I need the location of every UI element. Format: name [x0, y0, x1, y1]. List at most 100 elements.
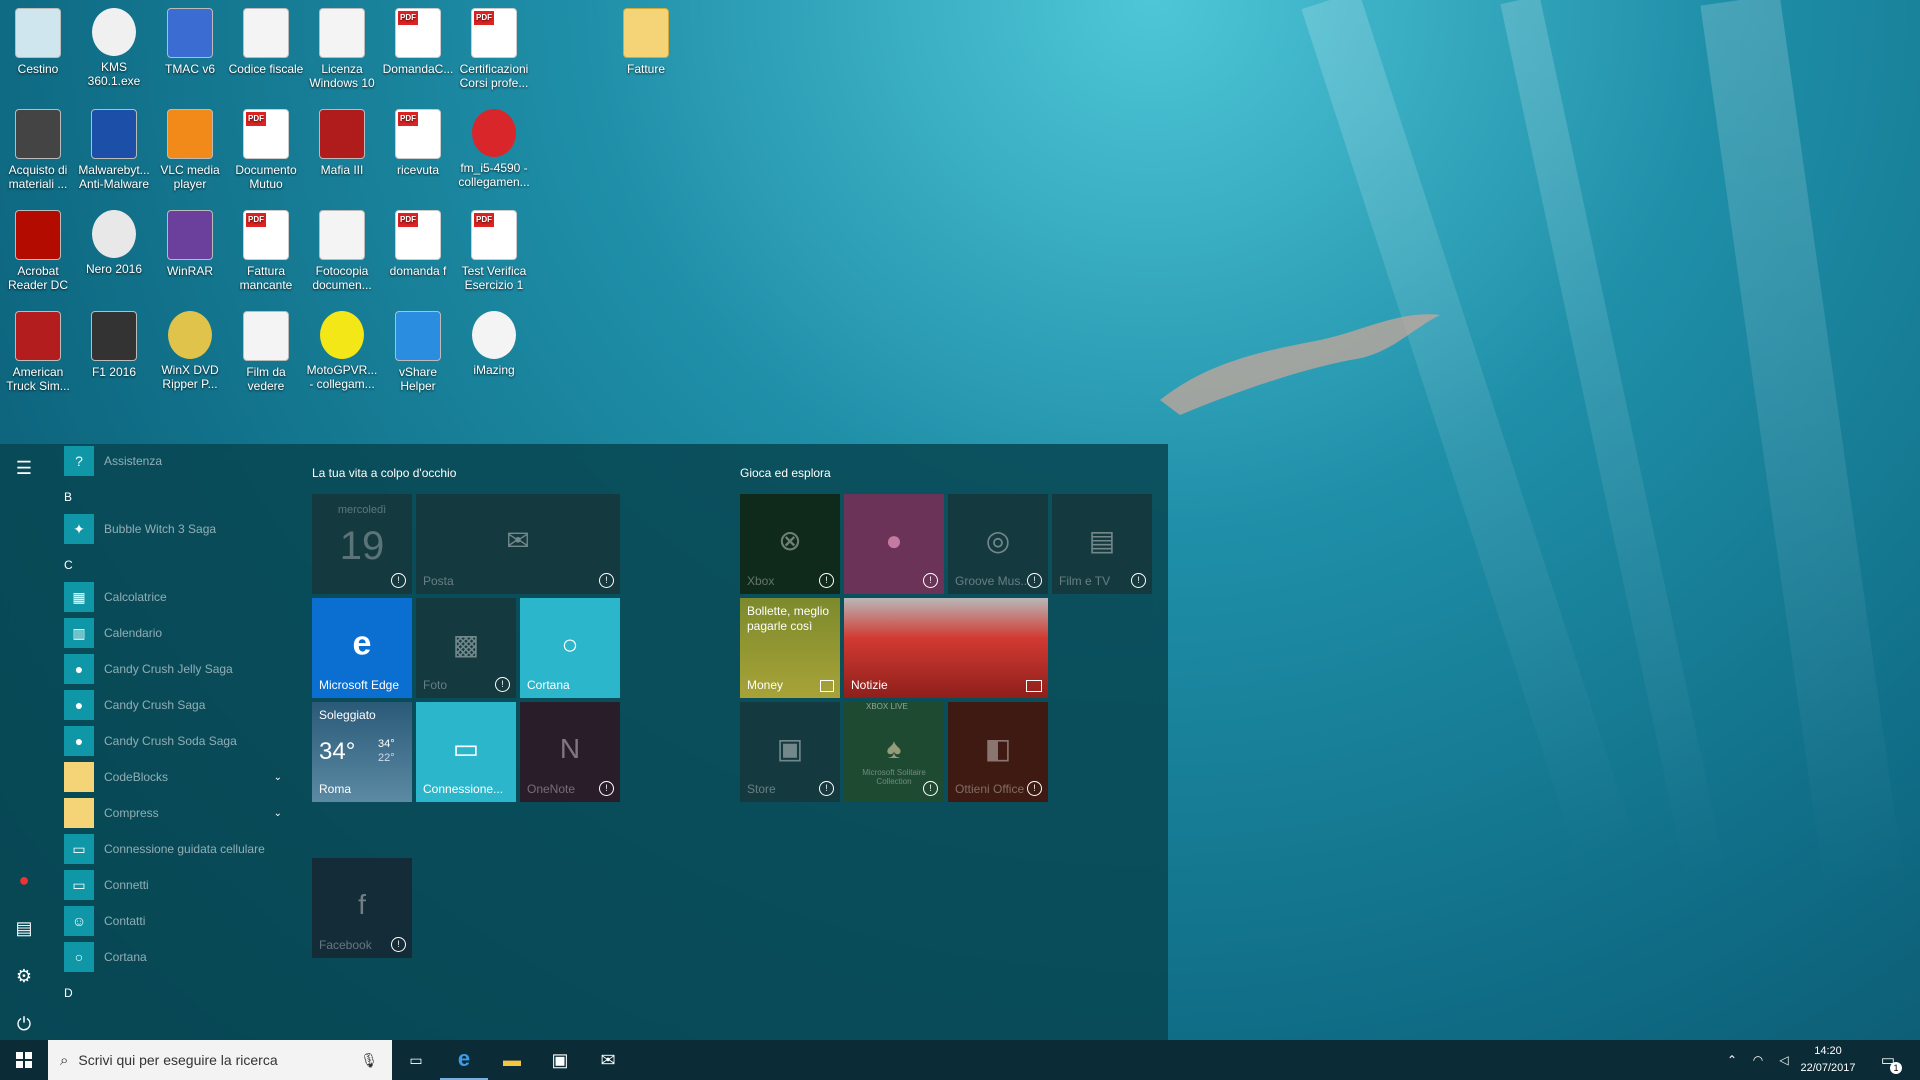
- desktop-icon[interactable]: American Truck Sim...: [0, 311, 76, 393]
- app-list-item[interactable]: ▭ Connetti: [64, 870, 296, 900]
- hamburger-menu-icon[interactable]: ☰: [8, 452, 40, 484]
- tile-microsoft-edge[interactable]: e Microsoft Edge: [312, 598, 412, 698]
- app-list-item[interactable]: ☺ Contatti: [64, 906, 296, 936]
- app-list-letter-header[interactable]: B: [64, 490, 72, 504]
- xbox-live-badge: XBOX LIVE: [866, 702, 908, 711]
- tile-solitaire[interactable]: XBOX LIVE ♠ Microsoft Solitaire Collecti…: [844, 702, 944, 802]
- app-list-item[interactable]: ▥ Calendario: [64, 618, 296, 648]
- desktop-icon[interactable]: F1 2016: [76, 311, 152, 379]
- app-list-item[interactable]: ▮ Compress ⌄: [64, 798, 296, 828]
- desktop-icon-label: Licenza Windows 10: [309, 62, 375, 90]
- tile-connect[interactable]: ▭ Connessione...: [416, 702, 516, 802]
- desktop-icon-label: Test Verifica Esercizio 1: [461, 264, 527, 292]
- desktop-icon[interactable]: Acquisto di materiali ...: [0, 109, 76, 191]
- edge-taskbar-icon[interactable]: e: [440, 1040, 488, 1080]
- tile-calendar[interactable]: mercoledì 19 !: [312, 494, 412, 594]
- app-icon: [91, 311, 137, 361]
- chevron-down-icon[interactable]: ⌄: [274, 772, 282, 783]
- tile-store[interactable]: ▣ Store !: [740, 702, 840, 802]
- app-list-item[interactable]: ● Candy Crush Jelly Saga: [64, 654, 296, 684]
- desktop-icon[interactable]: Malwarebyt... Anti-Malware: [76, 109, 152, 191]
- desktop-icon[interactable]: VLC media player: [152, 109, 228, 191]
- tile-xbox[interactable]: ⊗ Xbox !: [740, 494, 840, 594]
- tile-money[interactable]: Bollette, meglio pagarle così Money: [740, 598, 840, 698]
- tile-films-tv[interactable]: ▤ Film e TV !: [1052, 494, 1152, 594]
- app-list-item[interactable]: ✦ Bubble Witch 3 Saga: [64, 514, 296, 544]
- microphone-icon[interactable]: 🎙: [360, 1052, 378, 1069]
- volume-icon[interactable]: ◁: [1772, 1040, 1796, 1080]
- app-list-item[interactable]: ▦ Calcolatrice: [64, 582, 296, 612]
- clock-time[interactable]: 14:20: [1798, 1045, 1858, 1057]
- action-center-button[interactable]: ▭ 1: [1868, 1040, 1908, 1080]
- tile-cortana[interactable]: ○ Cortana: [520, 598, 620, 698]
- desktop-icon[interactable]: Licenza Windows 10: [304, 8, 380, 90]
- desktop-icon[interactable]: domanda f: [380, 210, 456, 278]
- app-icon: [395, 311, 441, 361]
- desktop-icon[interactable]: Codice fiscale: [228, 8, 304, 76]
- desktop-icon[interactable]: ricevuta: [380, 109, 456, 177]
- group-title-play: Gioca ed esplora: [740, 466, 831, 480]
- desktop-icon[interactable]: Fattura mancante: [228, 210, 304, 292]
- app-list-item[interactable]: ○ Cortana: [64, 942, 296, 972]
- taskbar-search-box[interactable]: ⌕ Scrivi qui per eseguire la ricerca 🎙: [48, 1040, 392, 1080]
- desktop-icon[interactable]: Film da vedere: [228, 311, 304, 393]
- tile-mail[interactable]: ✉ Posta !: [416, 494, 620, 594]
- app-list-letter-header[interactable]: D: [64, 986, 73, 1000]
- chevron-up-icon[interactable]: ⌃: [1720, 1040, 1744, 1080]
- desktop-icon[interactable]: MotoGPVR... - collegam...: [304, 311, 380, 391]
- app-list-item[interactable]: ● Candy Crush Soda Saga: [64, 726, 296, 756]
- power-icon[interactable]: ⏻: [8, 1008, 40, 1040]
- tile-facebook[interactable]: f Facebook !: [312, 858, 412, 958]
- desktop-icon[interactable]: Cestino: [0, 8, 76, 76]
- settings-gear-icon[interactable]: ⚙: [8, 960, 40, 992]
- mail-taskbar-icon[interactable]: ✉: [584, 1040, 632, 1080]
- desktop-icon[interactable]: Fotocopia documen...: [304, 210, 380, 292]
- tile-onenote[interactable]: N OneNote !: [520, 702, 620, 802]
- desktop-icon[interactable]: DomandaC...: [380, 8, 456, 76]
- tile-photos[interactable]: ▩ Foto !: [416, 598, 516, 698]
- start-button[interactable]: [0, 1040, 48, 1080]
- chevron-down-icon[interactable]: ⌄: [274, 808, 282, 819]
- clock-date[interactable]: 22/07/2017: [1798, 1062, 1858, 1074]
- desktop-icon[interactable]: Fatture: [608, 8, 684, 76]
- app-list-item[interactable]: ● Candy Crush Saga: [64, 690, 296, 720]
- documents-icon[interactable]: ▤: [8, 912, 40, 944]
- store-taskbar-icon[interactable]: ▣: [536, 1040, 584, 1080]
- desktop-icon[interactable]: fm_i5-4590 - collegamen...: [456, 109, 532, 189]
- tile-get-office[interactable]: ◧ Ottieni Office !: [948, 702, 1048, 802]
- desktop-icon[interactable]: iMazing: [456, 311, 532, 377]
- desktop-icon[interactable]: vShare Helper: [380, 311, 456, 393]
- app-icon: ▭: [64, 870, 94, 900]
- app-list-label: Calendario: [104, 626, 163, 640]
- desktop-icon[interactable]: WinX DVD Ripper P...: [152, 311, 228, 391]
- user-avatar-icon[interactable]: ●: [8, 864, 40, 896]
- desktop-icon-label: Fatture: [626, 62, 665, 76]
- tile-label: Store: [747, 782, 776, 796]
- app-list-item[interactable]: ▮ CodeBlocks ⌄: [64, 762, 296, 792]
- desktop-icon[interactable]: Documento Mutuo: [228, 109, 304, 191]
- desktop-icon[interactable]: Nero 2016: [76, 210, 152, 276]
- desktop-icon[interactable]: TMAC v6: [152, 8, 228, 76]
- weather-low: 22°: [378, 752, 395, 764]
- network-icon[interactable]: ◠: [1746, 1040, 1770, 1080]
- info-icon: !: [1131, 573, 1146, 588]
- desktop-icon[interactable]: KMS 360.1.exe: [76, 8, 152, 88]
- tile-candy-crush-jelly[interactable]: ● !: [844, 494, 944, 594]
- tile-news[interactable]: Notizie: [844, 598, 1048, 698]
- calendar-day: mercoledì: [337, 504, 387, 516]
- app-list-item[interactable]: ▭ Connessione guidata cellulare: [64, 834, 296, 864]
- windows-logo-icon: [16, 1052, 32, 1068]
- tile-groove-music[interactable]: ◎ Groove Mus... !: [948, 494, 1048, 594]
- tile-weather[interactable]: Soleggiato 34° 34° 22° Roma: [312, 702, 412, 802]
- app-list[interactable]: ? Assistenza B ✦ Bubble Witch 3 Saga C ▦ Calcol…: [56, 444, 296, 1040]
- desktop-icon[interactable]: WinRAR: [152, 210, 228, 278]
- desktop-icon[interactable]: Acrobat Reader DC: [0, 210, 76, 292]
- task-view-icon[interactable]: ▭: [392, 1040, 440, 1080]
- app-list-item[interactable]: ? Assistenza: [64, 446, 296, 476]
- file-explorer-icon[interactable]: ▬: [488, 1040, 536, 1080]
- desktop-icon[interactable]: Test Verifica Esercizio 1: [456, 210, 532, 292]
- folder-icon: [623, 8, 669, 58]
- desktop-icon[interactable]: Certificazioni Corsi profe...: [456, 8, 532, 90]
- desktop-icon[interactable]: Mafia III: [304, 109, 380, 177]
- app-list-letter-header[interactable]: C: [64, 558, 73, 572]
